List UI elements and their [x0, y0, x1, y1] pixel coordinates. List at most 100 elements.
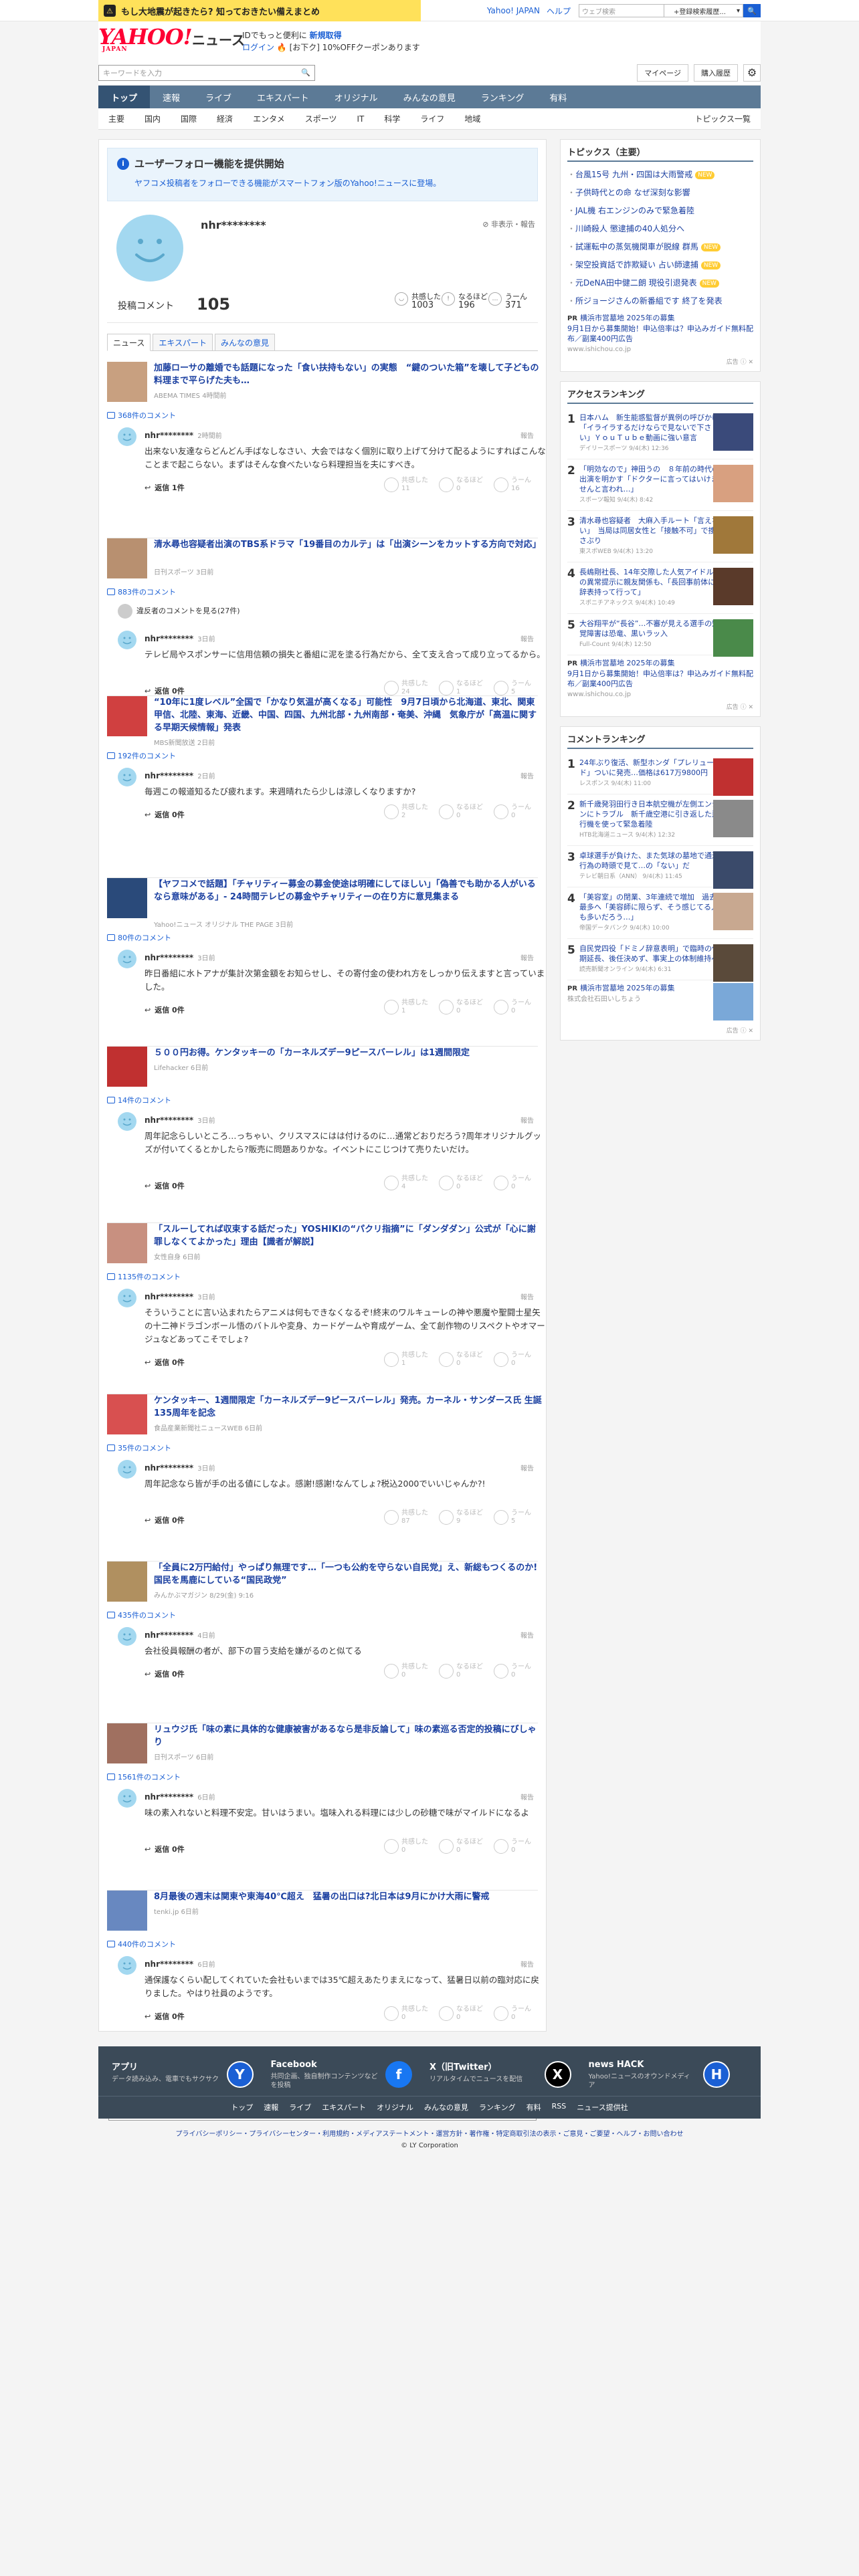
- footer-link[interactable]: ランキング: [479, 2102, 516, 2113]
- search-icon[interactable]: 🔍: [743, 4, 761, 17]
- comment-author[interactable]: nhr******** 4日前: [145, 1630, 215, 1640]
- comment-author[interactable]: nhr******** 3日前: [145, 1291, 215, 1301]
- article-title[interactable]: 「スルーしてれば収束する話だった」YOSHIKIの“パクリ指摘”に「ダンダダン」…: [154, 1223, 542, 1249]
- category-0[interactable]: 主要: [98, 113, 134, 124]
- comment-count-link[interactable]: 192件のコメント: [107, 750, 176, 761]
- category-9[interactable]: 地域: [454, 113, 490, 124]
- uun-button[interactable]: うーん 0: [494, 999, 531, 1015]
- ranking-item[interactable]: 4 「美容室」の閉業、3年連続で増加 過去最多へ「美容師に限らず、そう感じてる人も…: [567, 887, 753, 939]
- naruhodo-button[interactable]: なるほど 0: [439, 999, 483, 1015]
- topic-link[interactable]: JAL機 右エンジンのみで緊急着陸: [567, 202, 753, 220]
- article-thumbnail[interactable]: [107, 1047, 147, 1087]
- report-link[interactable]: 報告: [520, 1792, 534, 1802]
- footer-item-3[interactable]: news HACK Yahoo!ニュースのオウンドメディア H: [589, 2060, 748, 2096]
- reply-button[interactable]: ↩ 返信 0件: [145, 1844, 185, 1854]
- article-title[interactable]: 【ヤフコメで話題】「チャリティー募金の募金使途は明確にしてほしい」「偽善でも助か…: [154, 878, 542, 903]
- comment-author[interactable]: nhr******** 2時間前: [145, 430, 222, 440]
- category-2[interactable]: 国際: [171, 113, 207, 124]
- footer-link[interactable]: トップ: [231, 2102, 253, 2113]
- comment-count-link[interactable]: 883件のコメント: [107, 586, 176, 597]
- article-title[interactable]: “10年に1度レベル”全国で「かなり気温が高くなる」可能性 9月7日頃から北海道…: [154, 696, 542, 734]
- empathy-button[interactable]: 共感した 2: [384, 804, 428, 820]
- naruhodo-button[interactable]: なるほど 0: [439, 804, 483, 820]
- ad-label[interactable]: 広告 ⓘ ✕: [567, 702, 753, 711]
- article-title[interactable]: 「全員に2万円給付」やっぱり無理です…「一つも公約を守らない自民党」え、新総もつ…: [154, 1562, 542, 1587]
- article-title[interactable]: 加藤ローサの離婚でも話題になった「食い扶持もない」の実態 “鍵のついた箱”を壊し…: [154, 362, 542, 387]
- tab-0[interactable]: ニュース: [107, 334, 151, 351]
- ranking-item[interactable]: 1 日本ハム 新生能惑監督が異例の呼びかけ「イライラするだけならで見ないで下さい」…: [567, 408, 753, 459]
- ranking-thumbnail[interactable]: [713, 800, 753, 837]
- naruhodo-button[interactable]: なるほど 0: [439, 1175, 483, 1191]
- naruhodo-button[interactable]: なるほど 0: [439, 1663, 483, 1679]
- empathy-button[interactable]: 共感した 0: [384, 1838, 428, 1854]
- report-link[interactable]: 報告: [520, 952, 534, 962]
- category-5[interactable]: スポーツ: [295, 113, 347, 124]
- ranking-item[interactable]: 5 自民党四役「ドミノ辞意表明」で臨時の任期延長、後任決めず、事実上の体制維持へ読…: [567, 939, 753, 982]
- ranking-thumbnail[interactable]: [713, 893, 753, 930]
- reply-button[interactable]: ↩ 返信 0件: [145, 1669, 185, 1679]
- report-link[interactable]: 報告: [520, 770, 534, 780]
- article-thumbnail[interactable]: [107, 878, 147, 918]
- empathy-button[interactable]: 共感した 24: [384, 680, 428, 696]
- comment-count-link[interactable]: 1561件のコメント: [107, 1772, 181, 1782]
- reply-button[interactable]: ↩ 返信 0件: [145, 1180, 185, 1191]
- empathy-button[interactable]: 共感した 4: [384, 1175, 428, 1191]
- article-title[interactable]: 清水尋也容疑者出演のTBS系ドラマ「19番目のカルテ」は「出演シーンをカットする…: [154, 538, 542, 551]
- violation-comments-link[interactable]: 違反者のコメントを見る(27件): [118, 604, 240, 619]
- nav-tab-3[interactable]: エキスパート: [244, 86, 322, 108]
- footer-link[interactable]: 有料: [527, 2102, 541, 2113]
- naruhodo-button[interactable]: なるほど 1: [439, 680, 483, 696]
- nav-tab-5[interactable]: みんなの意見: [391, 86, 468, 108]
- pr-ad[interactable]: PR 横浜市営墓地 2025年の募集 9月1日から募集開始！申込倍率は？申込みガイド…: [567, 313, 753, 354]
- mypage-button[interactable]: マイページ: [637, 64, 688, 82]
- ranking-thumbnail[interactable]: [713, 568, 753, 605]
- gear-icon[interactable]: ⚙: [743, 64, 761, 82]
- article-thumbnail[interactable]: [107, 1723, 147, 1763]
- ranking-item[interactable]: 1 24年ぶり復活、新型ホンダ「プレリュード」ついに発売…価格は617万9800円…: [567, 753, 753, 796]
- purchase-history-button[interactable]: 購入履歴: [694, 64, 738, 82]
- comment-author[interactable]: nhr******** 3日前: [145, 1463, 215, 1473]
- info-link[interactable]: ヤフコメ投稿者をフォローできる機能がスマートフォン版のYahoo!ニュースに登場…: [134, 177, 528, 189]
- tab-1[interactable]: エキスパート: [153, 334, 213, 350]
- uun-button[interactable]: うーん 5: [494, 1509, 531, 1525]
- coupon-link[interactable]: [お下ク] 10%OFFクーポンあります: [290, 43, 420, 52]
- ranking-item[interactable]: 3 卓球選手が負けた、また気球の墓地で通過行為の時頭で見て…の「ない」だ テレビ朝日…: [567, 846, 753, 889]
- footer-link[interactable]: みんなの意見: [424, 2102, 468, 2113]
- uun-button[interactable]: うーん 0: [494, 1352, 531, 1368]
- yahoo-logo[interactable]: YAHOO! JAPAN: [98, 26, 193, 53]
- ad-label[interactable]: 広告 ⓘ ✕: [567, 357, 753, 366]
- article-title[interactable]: リュウジ氏「味の素に具体的な健康被害があるなら是非反論して」味の素巡る否定的投稿…: [154, 1723, 542, 1749]
- ranking-thumbnail[interactable]: [713, 851, 753, 889]
- article-thumbnail[interactable]: [107, 1562, 147, 1602]
- uun-button[interactable]: うーん 0: [494, 804, 531, 820]
- topic-link[interactable]: 試運転中の蒸気機関車が脱線 群馬NEW: [567, 238, 753, 256]
- reply-button[interactable]: ↩ 返信 0件: [145, 2011, 185, 2022]
- web-search-input[interactable]: ウェブ検索: [579, 4, 664, 17]
- signup-link[interactable]: 新規取得: [310, 31, 342, 40]
- search-icon[interactable]: 🔍: [301, 68, 310, 77]
- topics-list-link[interactable]: トピックス一覧: [684, 113, 761, 124]
- nav-tab-0[interactable]: トップ: [98, 86, 151, 108]
- article-thumbnail[interactable]: [107, 362, 147, 402]
- promo-banner[interactable]: ⚠ もし大地震が起きたら? 知っておきたい備えまとめ: [98, 0, 421, 21]
- report-link[interactable]: 報告: [520, 1959, 534, 1969]
- naruhodo-button[interactable]: なるほど 0: [439, 477, 483, 493]
- comment-author[interactable]: nhr******** 3日前: [145, 1115, 215, 1125]
- empathy-button[interactable]: 共感した 11: [384, 477, 428, 493]
- ranking-thumbnail[interactable]: [713, 413, 753, 451]
- reply-button[interactable]: ↩ 返信 0件: [145, 685, 185, 696]
- empathy-button[interactable]: 共感した 0: [384, 1663, 428, 1679]
- topic-link[interactable]: 所ジョージさんの新番組です 終了を発表: [567, 292, 753, 310]
- uun-button[interactable]: うーん 16: [494, 477, 531, 493]
- search-history-select[interactable]: +登録検索履歴... ▾: [664, 4, 743, 17]
- comment-author[interactable]: nhr******** 3日前: [145, 633, 215, 643]
- legal-links[interactable]: プライバシーポリシー・プライバシーセンター・利用規約・メディアステートメント・運…: [98, 2128, 761, 2138]
- news-logo[interactable]: ニュース: [192, 29, 245, 49]
- footer-link[interactable]: オリジナル: [377, 2102, 413, 2113]
- uun-button[interactable]: うーん 0: [494, 1175, 531, 1191]
- footer-item-1[interactable]: Facebook 共同企画、独自制作コンテンツなどを投稿 f: [271, 2060, 430, 2096]
- comment-count-link[interactable]: 1135件のコメント: [107, 1271, 181, 1282]
- footer-link[interactable]: ニュース提供社: [577, 2102, 628, 2113]
- article-thumbnail[interactable]: [107, 1891, 147, 1931]
- naruhodo-button[interactable]: なるほど 0: [439, 2006, 483, 2022]
